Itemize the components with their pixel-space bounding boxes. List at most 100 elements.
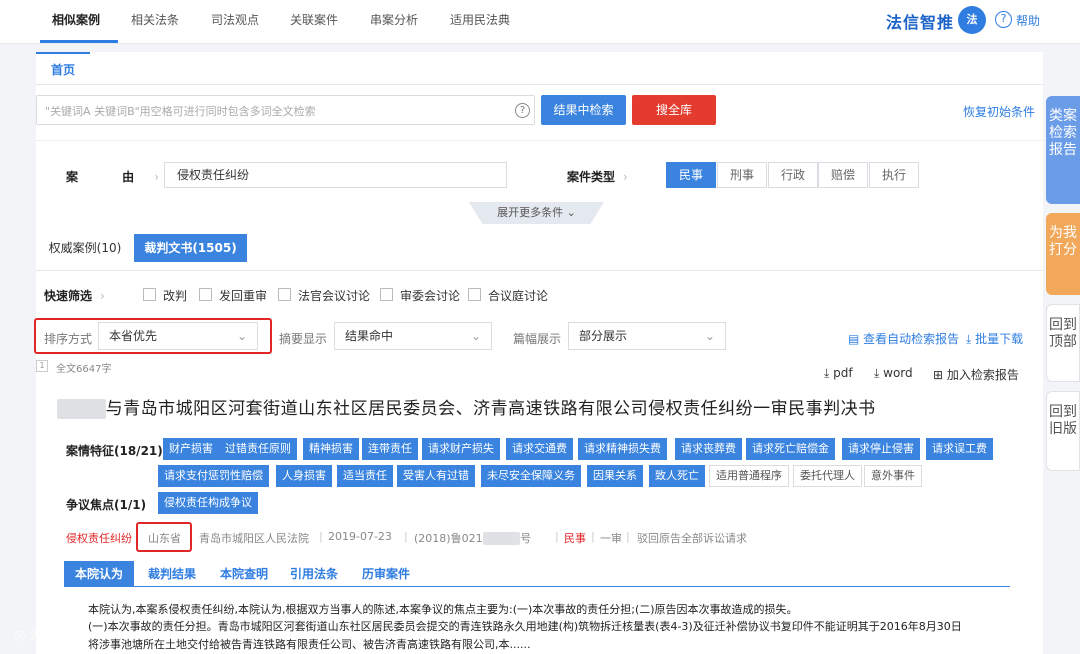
tab-related-laws[interactable]: 相关法条	[131, 11, 179, 28]
watermark-logo: ◎ 大鹏	[14, 628, 56, 643]
tab-judicial-views[interactable]: 司法观点	[211, 11, 259, 28]
feature-tag[interactable]: 适用普通程序	[709, 465, 789, 487]
restore-conditions-link[interactable]: 恢复初始条件	[963, 103, 1035, 120]
checkbox-judge-meeting[interactable]	[278, 288, 291, 301]
feature-tag[interactable]: 致人死亡	[649, 465, 705, 487]
rate-us-button[interactable]: 为我打分	[1046, 213, 1080, 295]
type-execution-button[interactable]: 执行	[869, 162, 919, 188]
divider: |	[555, 530, 559, 543]
tab-authoritative-cases[interactable]: 权威案例(10)	[44, 234, 126, 262]
checkbox-committee[interactable]	[380, 288, 393, 301]
cause-label: 案 由›	[66, 170, 179, 184]
redacted-name: XXXX	[57, 399, 106, 419]
feature-tag[interactable]: 请求死亡赔偿金	[746, 438, 835, 460]
batch-download-link[interactable]: ⤓ 批量下载	[966, 330, 1023, 347]
feature-tag[interactable]: 连带责任	[362, 438, 418, 460]
tab-related-cases[interactable]: 关联案件	[290, 11, 338, 28]
filter-label: 合议庭讨论	[488, 289, 549, 303]
chevron-down-icon: ⌄	[470, 329, 481, 343]
tab-civil-code[interactable]: 适用民法典	[450, 11, 510, 28]
type-administrative-button[interactable]: 行政	[768, 162, 818, 188]
divider	[36, 84, 1043, 85]
meta-cause[interactable]: 侵权责任纠纷	[66, 530, 132, 546]
summary-label: 摘要显示	[279, 332, 328, 346]
tab-similar-cases[interactable]: 相似案例	[52, 11, 100, 28]
result-index: 1	[36, 360, 48, 372]
feature-tag[interactable]: 精神损害	[303, 438, 359, 460]
feature-tag[interactable]: 请求精神损失费	[578, 438, 667, 460]
tab-judgments[interactable]: 裁判文书(1505)	[134, 234, 247, 262]
summary-select[interactable]: 结果命中 ⌄	[334, 322, 492, 350]
feature-tag[interactable]: 请求误工费	[926, 438, 993, 460]
feature-tag[interactable]: 意外事件	[864, 465, 922, 487]
feature-tag[interactable]: 委托代理人	[793, 465, 862, 487]
brand-avatar-icon[interactable]: 法	[958, 6, 986, 34]
feature-tag[interactable]: 财产损害	[163, 438, 219, 460]
divider	[36, 270, 1043, 271]
tab-cited-laws[interactable]: 引用法条	[282, 561, 346, 587]
checkbox-remanded[interactable]	[199, 288, 212, 301]
meta-court: 青岛市城阳区人民法院	[199, 532, 309, 545]
meta-level: 一审	[600, 532, 622, 545]
feature-tag[interactable]: 请求交通费	[506, 438, 573, 460]
tab-court-findings[interactable]: 本院查明	[212, 561, 276, 587]
pdf-download[interactable]: ⤓ pdf	[824, 366, 853, 381]
feature-tag[interactable]: 请求停止侵害	[842, 438, 920, 460]
download-icon: ⤓	[874, 366, 880, 380]
tab-court-opinion[interactable]: 本院认为	[64, 561, 134, 587]
back-to-top-button[interactable]: 回到顶部	[1046, 304, 1080, 382]
search-all-button[interactable]: 搜全库	[632, 95, 716, 125]
case-type-label: 案件类型 ›	[567, 170, 628, 184]
add-to-report[interactable]: ⊞ 加入检索报告	[933, 366, 1019, 383]
top-nav: 相似案例 相关法条 司法观点 关联案件 串案分析 适用民法典 法信智推 法 ? …	[0, 0, 1080, 44]
auto-report-link[interactable]: ▤ 查看自动检索报告	[848, 330, 959, 347]
filter-label: 改判	[163, 289, 188, 303]
help-icon[interactable]: ?	[995, 11, 1012, 28]
checkbox-overturned[interactable]	[143, 288, 156, 301]
search-in-results-button[interactable]: 结果中检索	[541, 95, 626, 125]
length-select[interactable]: 部分展示 ⌄	[568, 322, 726, 350]
meta-case-number: (2018)鲁021XXXXX号	[414, 532, 532, 545]
tab-serial-analysis[interactable]: 串案分析	[370, 11, 418, 28]
expand-conditions-button[interactable]: 展开更多条件 ⌄	[469, 202, 604, 224]
focus-label: 争议焦点(1/1)	[66, 498, 147, 512]
search-input[interactable]	[45, 102, 505, 120]
feature-tag[interactable]: 适当责任	[337, 465, 393, 487]
length-label: 篇幅展示	[513, 332, 562, 346]
feature-tag[interactable]: 过错责任原则	[219, 438, 297, 460]
divider: |	[626, 530, 630, 543]
word-download[interactable]: ⤓ word	[874, 366, 913, 381]
result-title[interactable]: XXXX与青岛市城阳区河套街道山东社区居民委员会、济青高速铁路有限公司侵权责任纠…	[57, 394, 876, 419]
cause-field[interactable]: 侵权责任纠纷	[164, 162, 507, 188]
detail-tab-bar	[64, 561, 1010, 587]
feature-tag[interactable]: 人身损害	[276, 465, 332, 487]
fulltext-count: 全文6647字	[56, 364, 112, 375]
type-criminal-button[interactable]: 刑事	[717, 162, 767, 188]
divider: |	[319, 530, 323, 543]
search-help-icon[interactable]: ?	[515, 103, 530, 118]
opinion-text: (一)本次事故的责任分担。青岛市城阳区河套街道山东社区居民委员会提交的青连铁路永…	[88, 620, 962, 633]
feature-tag[interactable]: 受害人有过错	[397, 465, 475, 487]
feature-tag[interactable]: 请求支付惩罚性赔偿	[158, 465, 269, 487]
download-icon: ⤓	[966, 332, 972, 346]
meta-type: 民事	[564, 532, 586, 545]
feature-tag[interactable]: 因果关系	[587, 465, 643, 487]
case-report-button[interactable]: 类案检索报告	[1046, 96, 1080, 204]
checkbox-collegial[interactable]	[468, 288, 481, 301]
feature-tag[interactable]: 请求丧葬费	[675, 438, 742, 460]
chevron-right-icon: ›	[619, 170, 628, 184]
focus-tag[interactable]: 侵权责任构成争议	[158, 492, 258, 514]
help-link[interactable]: 帮助	[1016, 12, 1040, 29]
type-civil-button[interactable]: 民事	[666, 162, 716, 188]
tab-case-history[interactable]: 历审案件	[354, 561, 418, 587]
feature-tag[interactable]: 请求财产损失	[422, 438, 500, 460]
tab-home[interactable]: 首页	[36, 52, 90, 84]
feature-tag[interactable]: 未尽安全保障义务	[481, 465, 581, 487]
wechat-icon: ◎	[14, 628, 26, 643]
type-compensation-button[interactable]: 赔偿	[818, 162, 868, 188]
tab-judgment-result[interactable]: 裁判结果	[140, 561, 204, 587]
report-icon: ▤	[848, 332, 860, 346]
chevron-down-icon: ⌄	[704, 329, 715, 343]
opinion-text: 将涉事池塘所在土地交付给被告青连铁路有限责任公司、被告济青高速铁路有限公司,本.…	[88, 638, 531, 651]
old-version-button[interactable]: 回到旧版	[1046, 391, 1080, 471]
